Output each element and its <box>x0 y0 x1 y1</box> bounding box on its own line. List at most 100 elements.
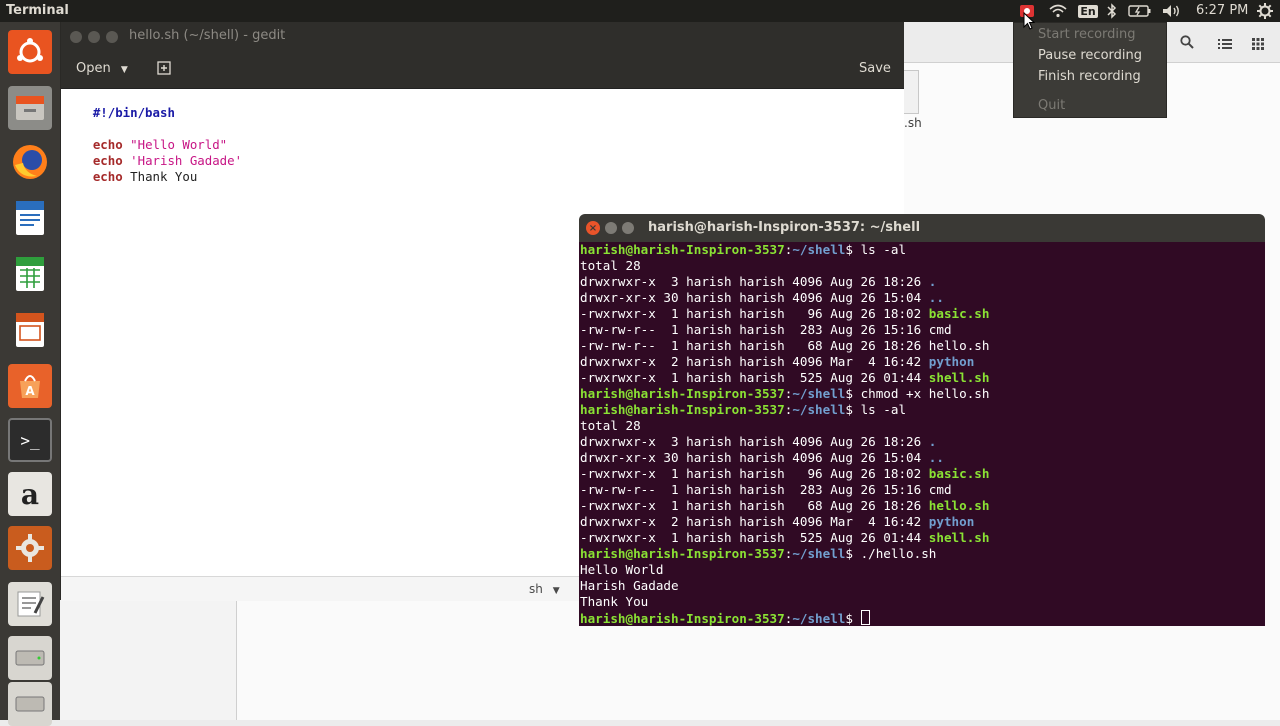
file-meta: drwxrwxr-x 3 harish harish 4096 Aug 26 1… <box>580 274 922 289</box>
battery-icon[interactable] <box>1127 2 1153 20</box>
list-view-icon[interactable] <box>1218 35 1232 54</box>
grid-view-icon[interactable] <box>1252 35 1264 54</box>
code-keyword: echo <box>92 169 123 184</box>
file-meta: -rw-rw-r-- 1 harish harish 283 Aug 26 15… <box>580 322 922 337</box>
terminal-line: harish@harish-Inspiron-3537:~/shell$ ./h… <box>580 546 937 561</box>
terminal-icon[interactable]: >_ <box>8 418 52 462</box>
amazon-icon[interactable]: a <box>8 472 52 516</box>
drive-icon-2[interactable] <box>8 682 52 726</box>
terminal-line: total 28 <box>580 258 641 274</box>
volume-icon[interactable] <box>1161 2 1183 20</box>
terminal-titlebar: × harish@harish-Inspiron-3537: ~/shell <box>579 214 1265 242</box>
libreoffice-impress-icon[interactable] <box>8 308 52 352</box>
command-text: ls -al <box>860 242 907 257</box>
terminal-line: harish@harish-Inspiron-3537:~/shell$ ls … <box>580 242 907 257</box>
terminal-line: -rwxrwxr-x 1 harish harish 96 Aug 26 18:… <box>580 466 989 482</box>
terminal-line: drwxrwxr-x 3 harish harish 4096 Aug 26 1… <box>580 434 936 450</box>
terminal-line: Thank You <box>580 594 648 610</box>
maximize-icon[interactable] <box>622 222 634 234</box>
recording-indicator-menu: Start recording Pause recording Finish r… <box>1013 22 1167 118</box>
prompt-user: harish@harish-Inspiron-3537 <box>580 402 785 417</box>
file-icon[interactable] <box>904 70 919 114</box>
terminal-line: drwxr-xr-x 30 harish harish 4096 Aug 26 … <box>580 450 944 466</box>
output-text: Thank You <box>580 594 649 609</box>
minimize-icon[interactable] <box>605 222 617 234</box>
language-selector[interactable]: sh ▼ <box>529 582 560 596</box>
libreoffice-writer-icon[interactable] <box>8 196 52 240</box>
launcher: A >_ a <box>0 22 61 726</box>
terminal-line: -rw-rw-r-- 1 harish harish 283 Aug 26 15… <box>580 322 952 338</box>
file-label[interactable]: .sh <box>904 116 922 130</box>
prompt-user: harish@harish-Inspiron-3537 <box>580 242 785 257</box>
system-settings-icon[interactable] <box>8 526 52 570</box>
output-text: total 28 <box>580 258 641 273</box>
terminal-line: -rwxrwxr-x 1 harish harish 525 Aug 26 01… <box>580 530 989 546</box>
code-text: Thank You <box>130 169 198 184</box>
chevron-down-icon: ▼ <box>552 586 560 596</box>
terminal-line: -rw-rw-r-- 1 harish harish 68 Aug 26 18:… <box>580 338 989 354</box>
prompt-user: harish@harish-Inspiron-3537 <box>580 546 785 561</box>
terminal-line: harish@harish-Inspiron-3537:~/shell$ chm… <box>580 386 990 401</box>
active-app-name: Terminal <box>6 3 69 18</box>
drive-icon[interactable] <box>8 636 52 680</box>
terminal-line: -rwxrwxr-x 1 harish harish 96 Aug 26 18:… <box>580 306 989 322</box>
terminal-line: drwxrwxr-x 3 harish harish 4096 Aug 26 1… <box>580 274 936 290</box>
terminal-output[interactable]: harish@harish-Inspiron-3537:~/shell$ ls … <box>579 242 1265 626</box>
terminal-line: drwxr-xr-x 30 harish harish 4096 Aug 26 … <box>580 290 944 306</box>
terminal-line: -rw-rw-r-- 1 harish harish 283 Aug 26 15… <box>580 482 952 498</box>
file-meta: drwxrwxr-x 3 harish harish 4096 Aug 26 1… <box>580 434 922 449</box>
output-text: Harish Gadade <box>580 578 679 593</box>
prompt-path: ~/shell <box>792 546 846 561</box>
file-name: cmd <box>928 322 952 337</box>
file-name: hello.sh <box>928 338 990 353</box>
prompt-user: harish@harish-Inspiron-3537 <box>580 386 785 401</box>
terminal-window-title: harish@harish-Inspiron-3537: ~/shell <box>648 220 921 235</box>
file-meta: -rwxrwxr-x 1 harish harish 96 Aug 26 18:… <box>580 466 922 481</box>
libreoffice-calc-icon[interactable] <box>8 252 52 296</box>
keyboard-layout-icon[interactable]: En <box>1078 2 1098 20</box>
text-editor-icon[interactable] <box>8 582 52 626</box>
search-icon[interactable] <box>1180 34 1194 53</box>
prompt-user: harish@harish-Inspiron-3537 <box>580 611 785 626</box>
wifi-icon[interactable] <box>1047 2 1069 20</box>
close-icon[interactable] <box>70 31 82 43</box>
open-button-label: Open <box>76 61 111 76</box>
file-meta: -rwxrwxr-x 1 harish harish 525 Aug 26 01… <box>580 530 922 545</box>
clock[interactable]: 6:27 PM <box>1196 3 1248 18</box>
shebang: #!/bin/bash <box>92 105 175 120</box>
file-meta: -rw-rw-r-- 1 harish harish 68 Aug 26 18:… <box>580 338 922 353</box>
open-button[interactable]: Open ▼ <box>76 61 128 76</box>
mouse-pointer-icon <box>1023 11 1036 34</box>
firefox-icon[interactable] <box>8 140 52 184</box>
file-manager-sidebar <box>60 600 237 720</box>
terminal-line: drwxrwxr-x 2 harish harish 4096 Mar 4 16… <box>580 514 974 530</box>
file-meta: drwxrwxr-x 2 harish harish 4096 Mar 4 16… <box>580 354 922 369</box>
file-name: hello.sh <box>928 498 990 513</box>
file-name: cmd <box>928 482 952 497</box>
menu-item-pause-recording[interactable]: Pause recording <box>1038 48 1142 63</box>
save-button[interactable]: Save <box>859 61 891 76</box>
menu-item-quit: Quit <box>1038 98 1066 113</box>
new-tab-icon[interactable] <box>157 61 171 79</box>
maximize-icon[interactable] <box>106 31 118 43</box>
close-icon[interactable]: × <box>586 221 600 235</box>
chevron-down-icon: ▼ <box>120 65 128 75</box>
ubuntu-dash-icon[interactable] <box>8 30 52 74</box>
file-meta: drwxrwxr-x 2 harish harish 4096 Mar 4 16… <box>580 514 922 529</box>
minimize-icon[interactable] <box>88 31 100 43</box>
bluetooth-icon[interactable] <box>1104 2 1120 20</box>
gedit-window-title: hello.sh (~/shell) - gedit <box>129 28 286 43</box>
prompt-path: ~/shell <box>792 386 846 401</box>
files-icon[interactable] <box>8 86 52 130</box>
terminal-cursor[interactable] <box>860 610 870 625</box>
software-center-icon[interactable]: A <box>8 364 52 408</box>
prompt-path: ~/shell <box>792 242 846 257</box>
svg-text:A: A <box>25 384 35 398</box>
terminal-line: Harish Gadade <box>580 578 679 594</box>
file-name: .. <box>928 290 944 305</box>
file-name: python <box>928 514 975 529</box>
file-name: . <box>928 274 937 289</box>
terminal-line: Hello World <box>580 562 663 578</box>
power-gear-icon[interactable] <box>1256 2 1274 20</box>
menu-item-finish-recording[interactable]: Finish recording <box>1038 69 1141 84</box>
